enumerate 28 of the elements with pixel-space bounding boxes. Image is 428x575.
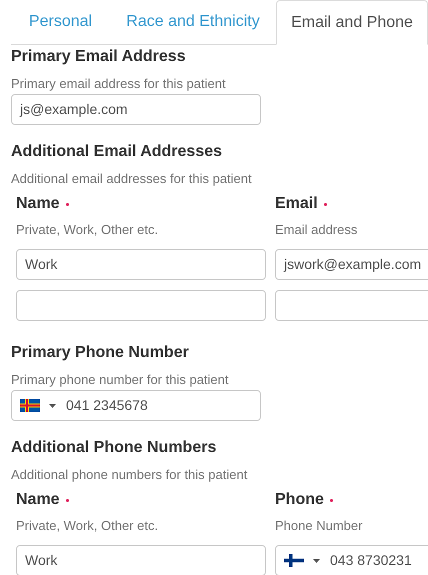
help-text: Primary phone number for this patient [11,372,230,387]
field-label: Name [16,490,60,510]
section-heading: Additional Email Addresses [11,142,224,162]
caret-icon [313,558,320,562]
input-field[interactable]: jswork@example.com [275,249,428,280]
input-field[interactable]: Work [16,249,266,280]
help-text: Phone Number [275,518,364,533]
phone-field[interactable]: 043 8730231 [275,545,428,575]
input-field[interactable] [16,290,266,321]
tab[interactable]: Email and Phone [276,0,428,45]
field-label: Email [275,194,318,214]
section-heading: Primary Email Address [11,47,187,67]
input-field[interactable]: js@example.com [11,94,261,125]
flag-icon [20,399,40,412]
help-text: Private, Work, Other etc. [16,518,160,533]
field-label: Name [16,194,60,214]
help-text: Private, Work, Other etc. [16,222,160,237]
help-text: Additional phone numbers for this patient [11,467,248,482]
section-heading: Primary Phone Number [11,343,190,363]
help-text: Primary email address for this patient [11,76,227,91]
help-text: Additional email addresses for this patient [11,171,253,186]
section-heading: Additional Phone Numbers [11,438,218,458]
flag-icon [284,554,304,567]
input-field[interactable]: Work [16,545,266,575]
caret-icon [49,404,56,408]
help-text: Email address [275,222,358,237]
field-label: Phone [275,490,324,510]
phone-field[interactable]: 041 2345678 [11,390,261,421]
